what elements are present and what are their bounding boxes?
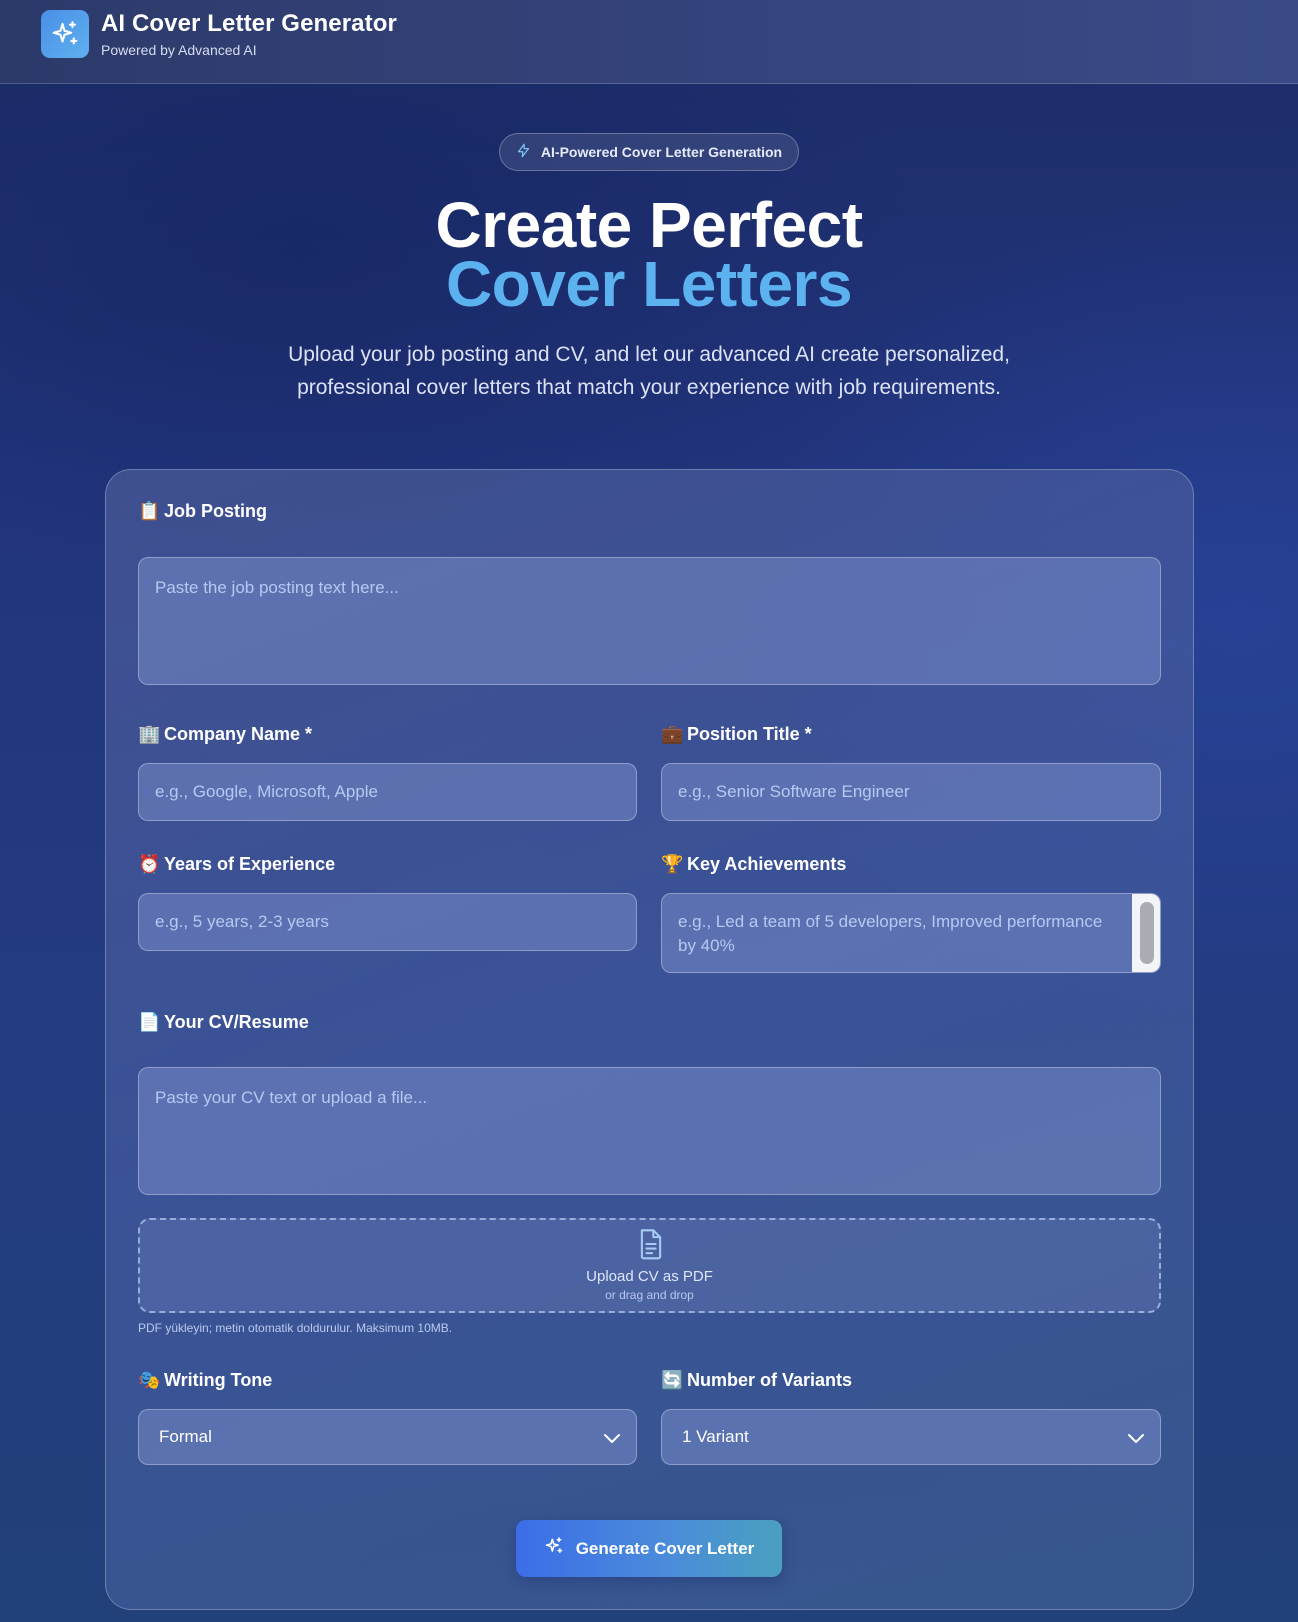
chevron-down-icon — [602, 1428, 622, 1453]
variants-label-text: Number of Variants — [687, 1370, 853, 1390]
key-achievements-label: 🏆 Key Achievements — [661, 854, 846, 875]
writing-tone-value: Formal — [159, 1427, 212, 1446]
scrollbar-thumb[interactable] — [1140, 902, 1154, 964]
app-title: AI Cover Letter Generator — [101, 10, 397, 37]
years-experience-label-text: Years of Experience — [164, 854, 336, 874]
variants-label: 🔄 Number of Variants — [661, 1370, 852, 1391]
cv-textarea[interactable] — [138, 1067, 1161, 1195]
writing-tone-label: 🎭 Writing Tone — [138, 1370, 272, 1391]
upload-title: Upload CV as PDF — [586, 1268, 713, 1285]
key-achievements-label-text: Key Achievements — [687, 854, 847, 874]
file-icon — [637, 1228, 665, 1265]
cv-label-text: Your CV/Resume — [164, 1012, 309, 1032]
sparkles-icon — [544, 1536, 564, 1561]
upload-hint: PDF yükleyin; metin otomatik doldurulur.… — [138, 1321, 453, 1335]
upload-subtitle: or drag and drop — [605, 1288, 694, 1302]
cv-label: 📄 Your CV/Resume — [138, 1012, 309, 1033]
cv-upload-dropzone[interactable]: Upload CV as PDF or drag and drop — [138, 1218, 1161, 1313]
position-title-label: 💼 Position Title * — [661, 724, 812, 745]
feature-badge-label: AI-Powered Cover Letter Generation — [540, 144, 783, 160]
years-experience-input[interactable] — [138, 893, 637, 951]
writing-tone-select[interactable]: Formal — [138, 1409, 637, 1465]
key-achievements-textarea[interactable] — [661, 893, 1161, 973]
lightning-icon — [516, 143, 531, 161]
page-icon: 📄 — [138, 1012, 161, 1032]
job-posting-label: 📋 Job Posting — [138, 501, 267, 522]
key-achievements-wrapper — [661, 893, 1161, 973]
sparkles-logo-icon — [41, 10, 89, 58]
variants-select[interactable]: 1 Variant — [661, 1409, 1161, 1465]
key-achievements-scrollbar[interactable] — [1132, 894, 1160, 972]
job-posting-label-text: Job Posting — [164, 501, 267, 521]
top-header: AI Cover Letter Generator Powered by Adv… — [0, 0, 1298, 84]
years-experience-label: ⏰ Years of Experience — [138, 854, 335, 875]
clipboard-icon: 📋 — [138, 501, 161, 521]
chevron-down-icon — [1126, 1428, 1146, 1453]
theater-masks-icon: 🎭 — [138, 1370, 161, 1390]
hero-description: Upload your job posting and CV, and let … — [288, 343, 1010, 399]
position-title-label-text: Position Title * — [687, 724, 812, 744]
variants-value: 1 Variant — [682, 1427, 749, 1446]
generate-button[interactable]: Generate Cover Letter — [516, 1520, 782, 1577]
app-subtitle: Powered by Advanced AI — [101, 42, 257, 58]
company-name-label-text: Company Name * — [164, 724, 313, 744]
job-posting-textarea[interactable] — [138, 557, 1161, 685]
alarm-clock-icon: ⏰ — [138, 854, 161, 874]
briefcase-icon: 💼 — [661, 724, 684, 744]
position-title-input[interactable] — [661, 763, 1161, 821]
writing-tone-label-text: Writing Tone — [164, 1370, 273, 1390]
trophy-icon: 🏆 — [661, 854, 684, 874]
company-name-label: 🏢 Company Name * — [138, 724, 312, 745]
company-name-input[interactable] — [138, 763, 637, 821]
hero-title-line2: Cover Letters — [445, 248, 853, 320]
refresh-icon: 🔄 — [661, 1370, 684, 1390]
feature-badge: AI-Powered Cover Letter Generation — [499, 133, 799, 171]
generate-button-label: Generate Cover Letter — [575, 1538, 755, 1558]
office-building-icon: 🏢 — [138, 724, 161, 744]
